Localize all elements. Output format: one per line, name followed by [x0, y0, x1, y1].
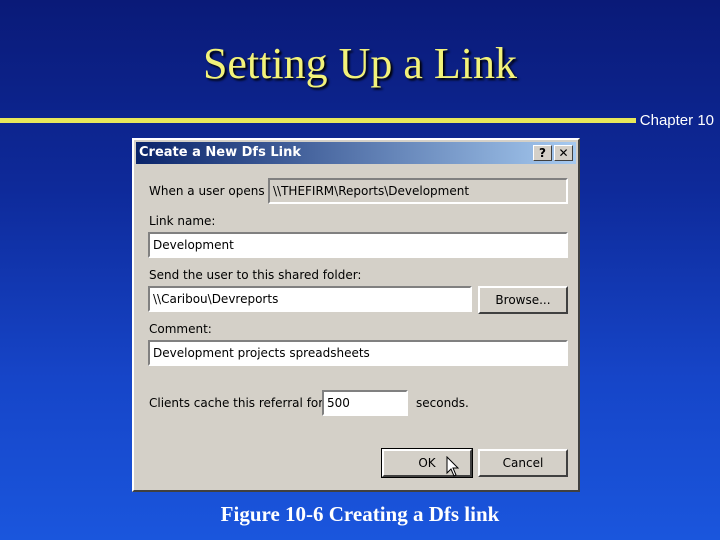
title-divider [0, 118, 636, 123]
user-opens-label: When a user opens [149, 184, 265, 198]
create-dfs-link-dialog: Create a New Dfs Link ? ✕ When a user op… [132, 138, 580, 492]
slide-title: Setting Up a Link [202, 39, 518, 88]
mouse-pointer-icon [446, 456, 460, 477]
help-button[interactable]: ? [533, 145, 552, 161]
figure-caption: Figure 10-6 Creating a Dfs link [220, 502, 500, 526]
cache-label: Clients cache this referral for [149, 396, 324, 410]
link-name-input[interactable]: Development [148, 232, 568, 258]
dialog-title: Create a New Dfs Link [139, 145, 301, 160]
cache-unit-label: seconds. [416, 396, 469, 410]
comment-label: Comment: [149, 322, 212, 336]
close-button[interactable]: ✕ [554, 145, 573, 161]
shared-folder-label: Send the user to this shared folder: [149, 268, 362, 282]
browse-button[interactable]: Browse... [478, 286, 568, 314]
cache-seconds-input[interactable]: 500 [322, 390, 408, 416]
chapter-label: Chapter 10 [639, 112, 714, 129]
shared-folder-input[interactable]: \\Caribou\Devreports [148, 286, 472, 312]
link-name-label: Link name: [149, 214, 216, 228]
comment-input[interactable]: Development projects spreadsheets [148, 340, 568, 366]
cancel-button[interactable]: Cancel [478, 449, 568, 477]
dialog-titlebar[interactable]: Create a New Dfs Link ? ✕ [136, 142, 576, 164]
user-opens-field: \\THEFIRM\Reports\Development [268, 178, 568, 204]
